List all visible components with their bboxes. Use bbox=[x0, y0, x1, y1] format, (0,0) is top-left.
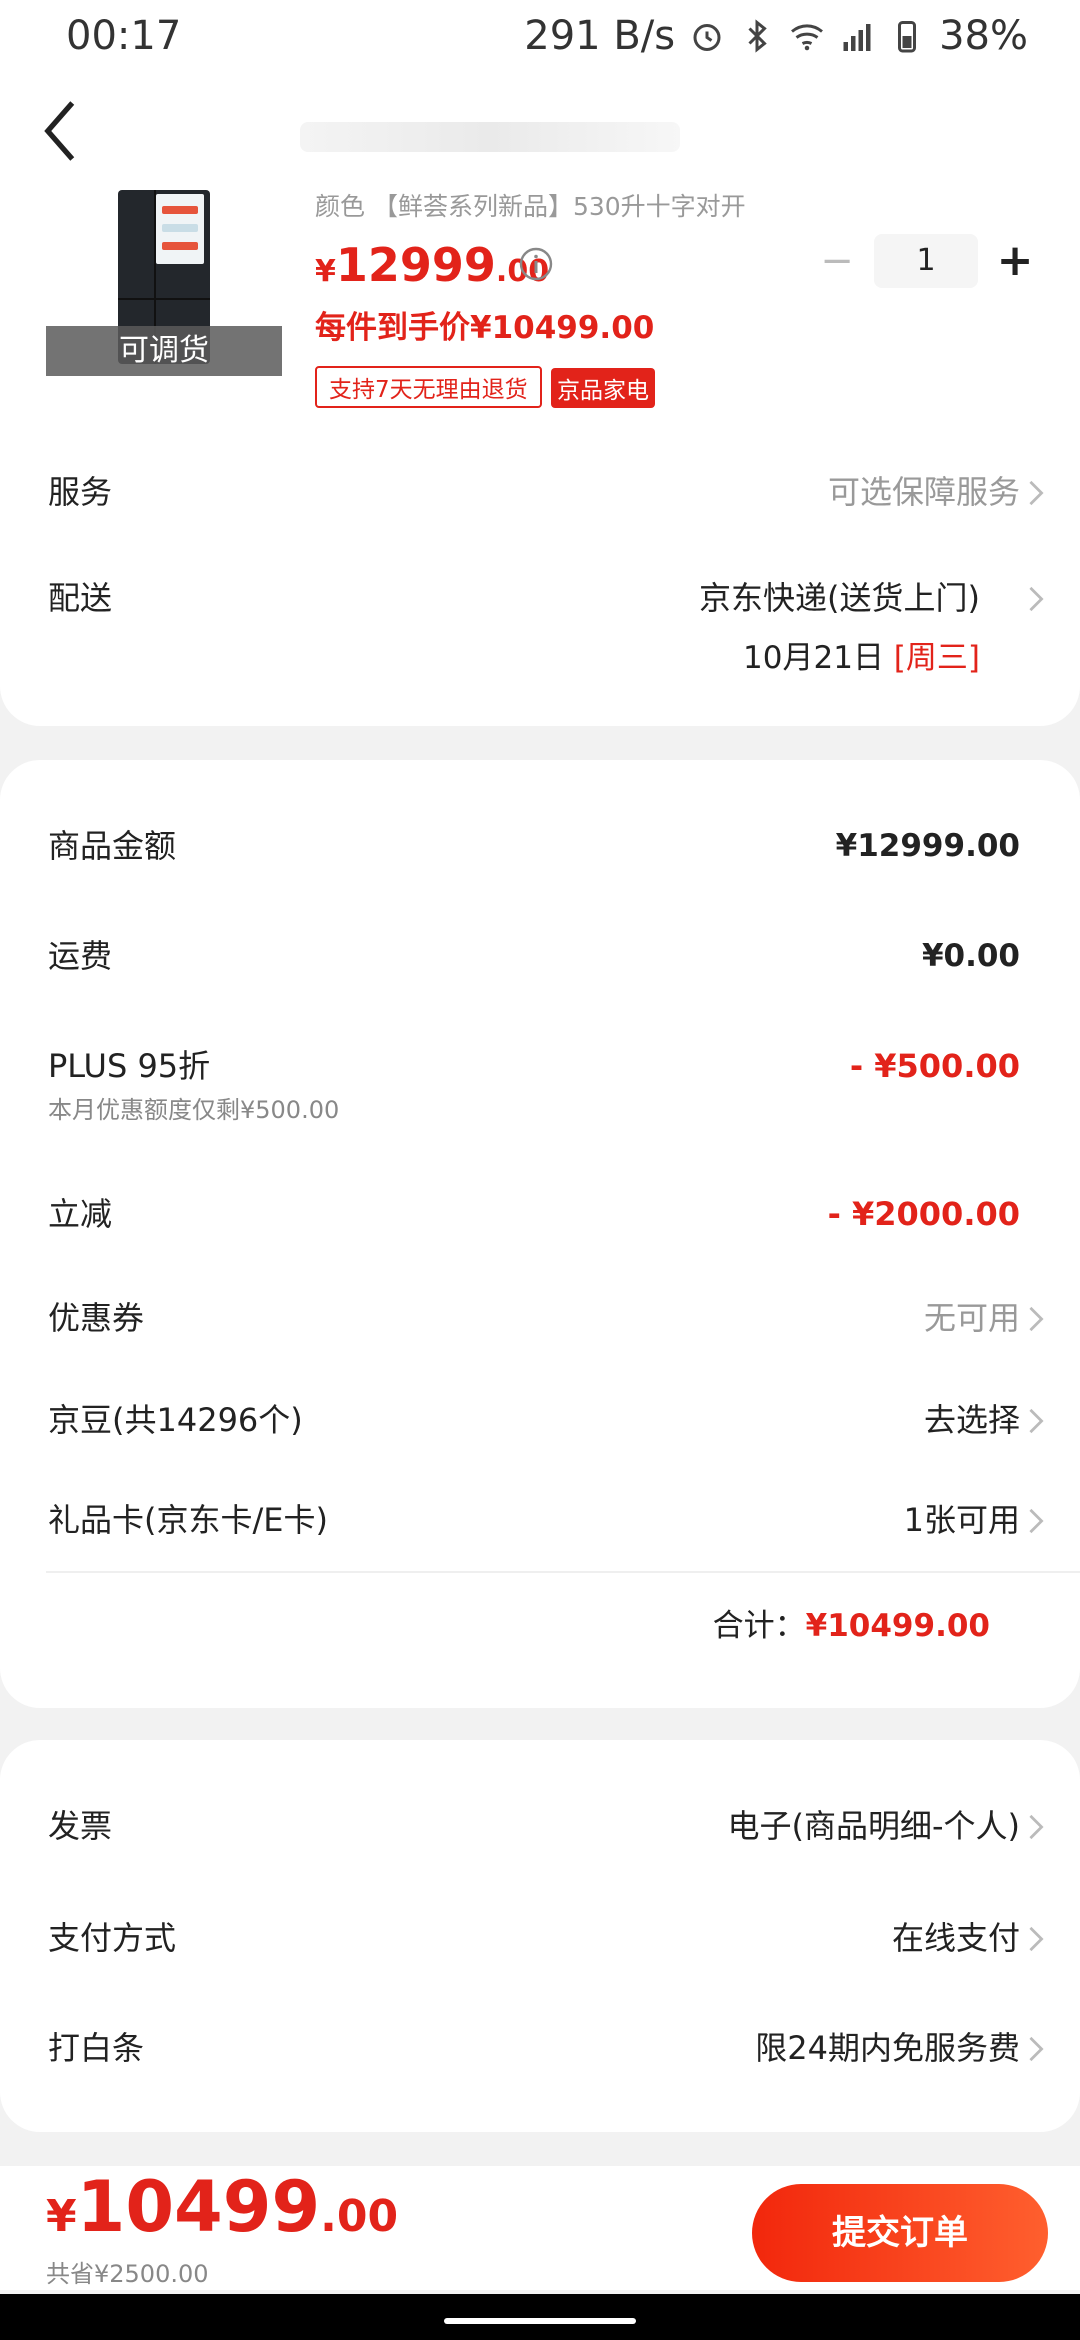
chevron-right-icon bbox=[1026, 1408, 1046, 1434]
home-indicator[interactable] bbox=[444, 2318, 636, 2324]
battery-percent: 38% bbox=[939, 13, 1028, 59]
chevron-left-icon bbox=[44, 101, 75, 161]
freight-label: 运费 bbox=[48, 937, 113, 975]
baitiao-value: 限24期内免服务费 bbox=[755, 2029, 1020, 2067]
net-speed: 291 B/s bbox=[524, 13, 676, 59]
lijian-row: 立减 - ¥2000.00 bbox=[48, 1184, 1080, 1244]
brand-tag: 京品家电 bbox=[551, 368, 655, 408]
plus-sub: 本月优惠额度仅剩¥500.00 bbox=[48, 1096, 340, 1124]
baitiao-label: 打白条 bbox=[48, 2029, 145, 2067]
invoice-row[interactable]: 发票 电子(商品明细-个人) bbox=[48, 1796, 1080, 1856]
service-label: 服务 bbox=[48, 473, 113, 511]
top-bar bbox=[0, 72, 1080, 190]
chevron-right-icon bbox=[1026, 1306, 1046, 1332]
jingdou-label: 京豆(共14296个) bbox=[48, 1401, 303, 1439]
increase-button[interactable]: + bbox=[990, 236, 1040, 286]
plus-discount-row: PLUS 95折 本月优惠额度仅剩¥500.00 - ¥500.00 bbox=[48, 1036, 1080, 1126]
product-price: ¥ 12999 .00 bbox=[315, 238, 549, 292]
payment-label: 支付方式 bbox=[48, 1919, 177, 1957]
delivery-date-text: 10月21日 bbox=[743, 640, 894, 676]
invoice-value: 电子(商品明细-个人) bbox=[727, 1807, 1020, 1845]
product-card: 可调货 颜色 【鲜荟系列新品】530升十字对开 ¥ 12999 .00 每件到手… bbox=[0, 190, 1080, 726]
chevron-right-icon bbox=[1026, 2036, 1046, 2062]
chevron-right-icon bbox=[1026, 1814, 1046, 1840]
lijian-label: 立减 bbox=[48, 1195, 113, 1233]
plus-label: PLUS 95折 bbox=[48, 1047, 211, 1085]
total-label: 合计： bbox=[712, 1608, 806, 1644]
status-bar: 00:17 291 B/s 38% bbox=[0, 0, 1080, 72]
delivery-label: 配送 bbox=[48, 579, 113, 617]
giftcard-value: 1张可用 bbox=[903, 1501, 1020, 1539]
service-value: 可选保障服务 bbox=[827, 473, 1020, 511]
status-right: 291 B/s 38% bbox=[524, 13, 1028, 59]
total-value: ¥10499.00 bbox=[805, 1608, 990, 1644]
image-badge: 可调货 bbox=[46, 326, 282, 376]
goods-amount-row: 商品金额 ¥12999.00 bbox=[48, 816, 1080, 876]
alarm-icon bbox=[693, 24, 721, 51]
quantity-input[interactable]: 1 bbox=[874, 234, 978, 288]
coupon-value: 无可用 bbox=[923, 1299, 1020, 1337]
price-int: 12999 bbox=[335, 238, 496, 292]
checkout-saved: 共省¥2500.00 bbox=[46, 2260, 209, 2288]
back-button[interactable] bbox=[30, 96, 90, 166]
checkout-bar: ¥ 10499 .00 共省¥2500.00 提交订单 bbox=[0, 2166, 1080, 2290]
bluetooth-icon bbox=[748, 19, 767, 53]
payment-card: 发票 电子(商品明细-个人) 支付方式 在线支付 打白条 限24期内免服务费 bbox=[0, 1740, 1080, 2132]
decrease-button[interactable]: − bbox=[812, 236, 862, 286]
order-total: 合计：¥10499.00 bbox=[713, 1600, 990, 1645]
summary-card: 商品金额 ¥12999.00 运费 ¥0.00 PLUS 95折 本月优惠额度仅… bbox=[0, 760, 1080, 1708]
giftcard-label: 礼品卡(京东卡/E卡) bbox=[48, 1501, 328, 1539]
daoshou-price: 每件到手价¥10499.00 bbox=[315, 310, 655, 346]
divider bbox=[46, 1571, 1080, 1573]
freight-row: 运费 ¥0.00 bbox=[48, 926, 1080, 986]
product-image[interactable]: 可调货 bbox=[46, 190, 282, 376]
checkout-dec: .00 bbox=[320, 2191, 399, 2242]
payment-value: 在线支付 bbox=[891, 1919, 1020, 1957]
battery-icon bbox=[898, 21, 917, 53]
info-icon[interactable] bbox=[518, 246, 554, 282]
coupon-label: 优惠券 bbox=[48, 1299, 145, 1337]
checkout-int: 10499 bbox=[76, 2166, 321, 2248]
delivery-row[interactable]: 配送 京东快递(送货上门) 10月21日 [周三] bbox=[48, 568, 1080, 688]
goods-amount-label: 商品金额 bbox=[48, 827, 177, 865]
signal-icon bbox=[843, 24, 871, 51]
status-time: 00:17 bbox=[66, 13, 182, 59]
wifi-icon bbox=[791, 24, 824, 51]
jingdou-row[interactable]: 京豆(共14296个) 去选择 bbox=[48, 1390, 1080, 1450]
lijian-value: - ¥2000.00 bbox=[827, 1195, 1020, 1233]
delivery-weekday: [周三] bbox=[893, 640, 980, 676]
delivery-value: 京东快递(送货上门) bbox=[699, 579, 980, 617]
checkout-yen: ¥ bbox=[46, 2191, 77, 2242]
goods-amount-value: ¥12999.00 bbox=[835, 828, 1020, 864]
delivery-date: 10月21日 [周三] bbox=[743, 632, 980, 677]
chevron-right-icon bbox=[1026, 1926, 1046, 1952]
quantity-stepper: − 1 + bbox=[812, 234, 1040, 288]
jingdou-value: 去选择 bbox=[923, 1401, 1020, 1439]
chevron-right-icon bbox=[1026, 586, 1046, 612]
service-row[interactable]: 服务 可选保障服务 bbox=[48, 462, 1080, 522]
submit-order-button[interactable]: 提交订单 bbox=[752, 2184, 1048, 2282]
return-tag: 支持7天无理由退货 bbox=[315, 366, 542, 408]
blurred-title bbox=[300, 122, 680, 152]
payment-method-row[interactable]: 支付方式 在线支付 bbox=[48, 1908, 1080, 1968]
price-yen: ¥ bbox=[315, 254, 336, 289]
freight-value: ¥0.00 bbox=[921, 938, 1020, 974]
giftcard-row[interactable]: 礼品卡(京东卡/E卡) 1张可用 bbox=[48, 1490, 1080, 1550]
checkout-price: ¥ 10499 .00 bbox=[46, 2166, 398, 2248]
coupon-row[interactable]: 优惠券 无可用 bbox=[48, 1288, 1080, 1348]
system-nav-bar bbox=[0, 2294, 1080, 2340]
product-spec: 颜色 【鲜荟系列新品】530升十字对开 bbox=[315, 192, 746, 221]
plus-value: - ¥500.00 bbox=[849, 1047, 1020, 1085]
chevron-right-icon bbox=[1026, 1508, 1046, 1534]
invoice-label: 发票 bbox=[48, 1807, 113, 1845]
baitiao-row[interactable]: 打白条 限24期内免服务费 bbox=[48, 2018, 1080, 2078]
chevron-right-icon bbox=[1026, 480, 1046, 506]
